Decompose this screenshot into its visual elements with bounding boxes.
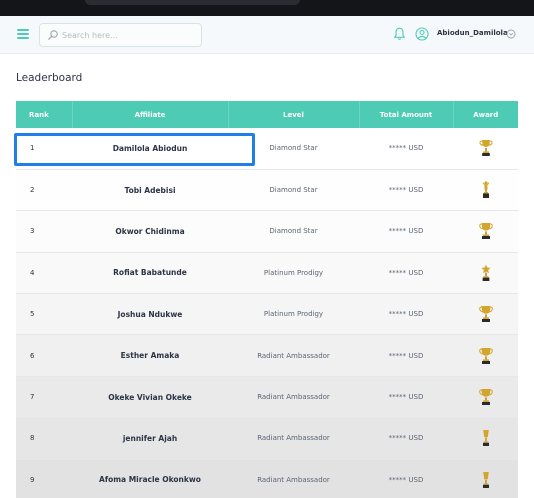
affiliate-name[interactable]: Tobi Adebisi — [72, 169, 228, 212]
affiliate-name[interactable]: Afoma Miracle Okonkwo — [72, 459, 228, 498]
award-cell — [453, 376, 518, 419]
affiliate-name[interactable]: Okwor Chidinma — [72, 210, 228, 253]
rank-cell: 4 — [16, 252, 72, 295]
amount-cell: ***** USD — [359, 459, 453, 498]
trophy-icon — [478, 223, 493, 240]
table-row[interactable]: 4 Rofiat Babatunde Platinum Prodigy ****… — [16, 252, 518, 295]
star-trophy-icon — [480, 264, 491, 281]
award-cell — [453, 459, 518, 498]
trophy-icon — [478, 389, 493, 406]
level-cell: Platinum Prodigy — [228, 252, 359, 295]
table-row[interactable]: 8 jennifer Ajah Radiant Ambassador *****… — [16, 417, 518, 460]
award-cell — [453, 334, 518, 377]
level-cell: Platinum Prodigy — [228, 293, 359, 336]
award-cell — [453, 252, 518, 295]
rank-cell: 8 — [16, 417, 72, 460]
amount-cell: ***** USD — [359, 334, 453, 377]
menu-icon[interactable] — [17, 29, 29, 39]
award-cell — [453, 169, 518, 212]
rank-cell: 7 — [16, 376, 72, 419]
amount-cell: ***** USD — [359, 252, 453, 295]
slim-trophy-icon — [482, 471, 489, 488]
rank-cell: 6 — [16, 334, 72, 377]
affiliate-name[interactable]: Esther Amaka — [72, 334, 228, 377]
affiliate-name[interactable]: Okeke Vivian Okeke — [72, 376, 228, 419]
level-cell: Diamond Star — [228, 169, 359, 212]
amount-cell: ***** USD — [359, 128, 453, 170]
rank-cell: 1 — [16, 128, 72, 170]
search-input[interactable] — [62, 27, 197, 43]
slim-trophy-icon — [482, 430, 489, 447]
trophy-icon — [478, 347, 493, 364]
column-header-affiliate[interactable]: Affiliate — [72, 101, 229, 128]
search-box[interactable] — [39, 23, 202, 47]
affiliate-name[interactable]: jennifer Ajah — [72, 417, 228, 460]
username[interactable]: Abiodun_Damilola — [437, 29, 508, 37]
level-cell: Radiant Ambassador — [228, 417, 359, 460]
trophy-icon — [478, 306, 493, 323]
level-cell: Radiant Ambassador — [228, 376, 359, 419]
rank-cell: 2 — [16, 169, 72, 212]
level-cell: Radiant Ambassador — [228, 459, 359, 498]
search-icon — [48, 30, 58, 40]
column-header-level[interactable]: Level — [228, 101, 360, 128]
award-cell — [453, 128, 518, 170]
level-cell: Radiant Ambassador — [228, 334, 359, 377]
table-row[interactable]: 1 Damilola Abiodun Diamond Star ***** US… — [16, 128, 518, 170]
award-cell — [453, 293, 518, 336]
rank-cell: 9 — [16, 459, 72, 498]
top-bar — [0, 0, 534, 16]
bell-icon[interactable] — [393, 27, 406, 41]
award-cell — [453, 417, 518, 460]
table-row[interactable]: 5 Joshua Ndukwe Platinum Prodigy ***** U… — [16, 293, 518, 336]
affiliate-name[interactable]: Rofiat Babatunde — [72, 252, 228, 295]
amount-cell: ***** USD — [359, 417, 453, 460]
rank-cell: 5 — [16, 293, 72, 336]
table-header-row: Rank Affiliate Level Total Amount Award — [16, 101, 518, 128]
figure-trophy-icon — [482, 181, 489, 199]
affiliate-name[interactable]: Joshua Ndukwe — [72, 293, 228, 336]
header: Abiodun_Damilola — [0, 16, 534, 54]
leaderboard-table: Rank Affiliate Level Total Amount Award … — [16, 101, 518, 498]
table-row[interactable]: 7 Okeke Vivian Okeke Radiant Ambassador … — [16, 376, 518, 419]
amount-cell: ***** USD — [359, 169, 453, 212]
affiliate-name[interactable]: Damilola Abiodun — [72, 128, 228, 170]
amount-cell: ***** USD — [359, 210, 453, 253]
page-title: Leaderboard — [16, 72, 83, 84]
trophy-icon — [478, 140, 493, 157]
table-row[interactable]: 6 Esther Amaka Radiant Ambassador ***** … — [16, 334, 518, 377]
table-row[interactable]: 3 Okwor Chidinma Diamond Star ***** USD — [16, 210, 518, 253]
level-cell: Diamond Star — [228, 128, 359, 170]
user-icon[interactable] — [415, 27, 429, 41]
chevron-down-icon[interactable] — [506, 29, 516, 39]
top-bar-notch — [85, 0, 300, 5]
column-header-rank[interactable]: Rank — [16, 101, 73, 128]
table-row[interactable]: 9 Afoma Miracle Okonkwo Radiant Ambassad… — [16, 459, 518, 498]
amount-cell: ***** USD — [359, 376, 453, 419]
column-header-award[interactable]: Award — [453, 101, 518, 128]
level-cell: Diamond Star — [228, 210, 359, 253]
table-row[interactable]: 2 Tobi Adebisi Diamond Star ***** USD — [16, 169, 518, 212]
award-cell — [453, 210, 518, 253]
rank-cell: 3 — [16, 210, 72, 253]
amount-cell: ***** USD — [359, 293, 453, 336]
column-header-total-amount[interactable]: Total Amount — [359, 101, 454, 128]
